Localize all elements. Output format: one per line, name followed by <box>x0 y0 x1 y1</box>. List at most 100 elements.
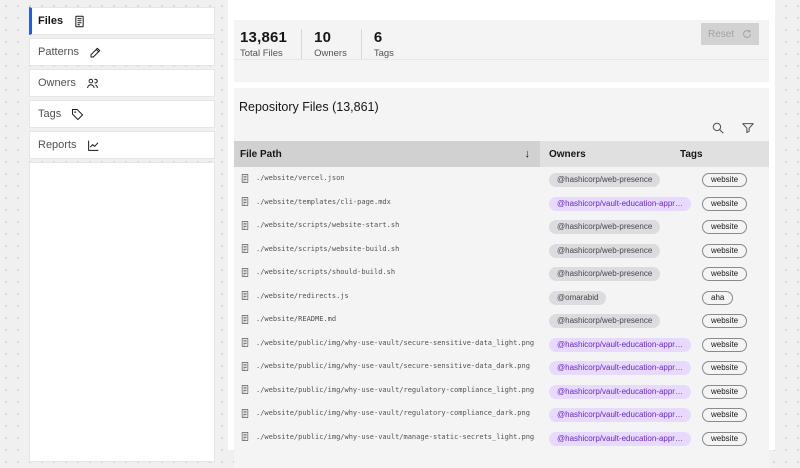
document-icon <box>240 361 250 372</box>
table-row[interactable]: ./website/scripts/should-build.sh @hashi… <box>234 261 769 283</box>
column-header-file-path[interactable]: File Path ↓ <box>234 141 540 167</box>
tag-badge: website <box>702 244 747 258</box>
tag-cell: aha <box>668 287 769 305</box>
file-path-cell: ./website/templates/cli-page.mdx <box>234 196 540 207</box>
tag-badge: website <box>702 338 747 352</box>
tag-cell: website <box>668 404 769 422</box>
tag-cell: website <box>668 169 769 187</box>
sidebar-item-owners[interactable]: Owners <box>29 69 215 97</box>
document-icon <box>240 173 250 184</box>
file-path-cell: ./website/scripts/website-build.sh <box>234 243 540 254</box>
table-row[interactable]: ./website/public/img/why-use-vault/secur… <box>234 355 769 377</box>
owner-cell: @hashicorp/vault-education-appr… <box>540 193 668 211</box>
tag-badge: website <box>702 432 747 446</box>
file-path-text: ./website/public/img/why-use-vault/regul… <box>256 386 534 394</box>
file-path-cell: ./website/public/img/why-use-vault/manag… <box>234 431 540 442</box>
main-panel: 13,861 Total Files 10 Owners 6 Tags Rese… <box>228 0 775 450</box>
stat-value: 6 <box>374 29 394 46</box>
table-row[interactable]: ./website/templates/cli-page.mdx @hashic… <box>234 191 769 213</box>
file-path-cell: ./website/public/img/why-use-vault/regul… <box>234 408 540 419</box>
filter-icon[interactable] <box>741 121 755 135</box>
document-icon <box>240 267 250 278</box>
document-icon <box>240 290 250 301</box>
file-path-text: ./website/public/img/why-use-vault/secur… <box>256 339 534 347</box>
tag-badge: website <box>702 385 747 399</box>
table-row[interactable]: ./website/vercel.json @hashicorp/web-pre… <box>234 167 769 189</box>
owner-cell: @hashicorp/web-presence <box>540 310 668 328</box>
tag-cell: website <box>668 310 769 328</box>
sidebar: Files Patterns Owners Tags <box>29 7 215 462</box>
stat-label: Total Files <box>240 48 287 59</box>
table-row[interactable]: ./website/public/img/why-use-vault/secur… <box>234 332 769 354</box>
column-header-label: File Path <box>240 149 282 160</box>
sidebar-item-files[interactable]: Files <box>29 7 215 35</box>
tag-cell: website <box>668 193 769 211</box>
tag-cell: website <box>668 240 769 258</box>
tag-cell: website <box>668 428 769 446</box>
table-row[interactable]: ./website/README.md @hashicorp/web-prese… <box>234 308 769 330</box>
file-path-text: ./website/public/img/why-use-vault/manag… <box>256 433 534 441</box>
table-row[interactable]: ./website/redirects.js @omarabid aha <box>234 285 769 307</box>
stat-value: 10 <box>314 29 347 46</box>
sidebar-item-label: Patterns <box>38 46 79 58</box>
owner-cell: @hashicorp/web-presence <box>540 263 668 281</box>
sidebar-filler-panel <box>29 162 215 462</box>
tag-cell: website <box>668 357 769 375</box>
document-icon <box>240 384 250 395</box>
file-path-cell: ./website/public/img/why-use-vault/secur… <box>234 361 540 372</box>
sidebar-item-label: Tags <box>38 108 61 120</box>
document-icon <box>240 408 250 419</box>
stats-card: 13,861 Total Files 10 Owners 6 Tags Rese… <box>234 20 769 82</box>
owner-cell: @hashicorp/vault-education-appr… <box>540 404 668 422</box>
file-path-text: ./website/public/img/why-use-vault/regul… <box>256 409 530 417</box>
owner-cell: @hashicorp/web-presence <box>540 240 668 258</box>
stat-value: 13,861 <box>240 29 287 46</box>
stat-tags: 6 Tags <box>374 29 408 59</box>
owner-cell: @hashicorp/web-presence <box>540 169 668 187</box>
file-path-cell: ./website/scripts/website-start.sh <box>234 220 540 231</box>
column-header-tags[interactable]: Tags <box>668 141 769 167</box>
repository-files-card: Repository Files (13,861) File Path ↓ Ow… <box>234 88 769 468</box>
stats-divider <box>234 59 769 60</box>
file-path-cell: ./website/scripts/should-build.sh <box>234 267 540 278</box>
reset-button[interactable]: Reset <box>701 23 759 45</box>
column-header-owners[interactable]: Owners <box>540 141 668 167</box>
table-row[interactable]: ./website/public/img/why-use-vault/regul… <box>234 402 769 424</box>
table-row[interactable]: ./website/public/img/why-use-vault/regul… <box>234 379 769 401</box>
tag-badge: website <box>702 408 747 422</box>
people-icon <box>86 77 99 90</box>
tag-badge: aha <box>702 291 733 305</box>
file-path-cell: ./website/redirects.js <box>234 290 540 301</box>
table-row[interactable]: ./website/scripts/website-start.sh @hash… <box>234 214 769 236</box>
sidebar-item-patterns[interactable]: Patterns <box>29 38 215 66</box>
column-header-label: Tags <box>680 149 703 160</box>
sidebar-item-reports[interactable]: Reports <box>29 131 215 159</box>
sidebar-item-label: Reports <box>38 139 77 151</box>
table-body: ./website/vercel.json @hashicorp/web-pre… <box>234 167 769 448</box>
owner-badge: @hashicorp/web-presence <box>549 314 660 328</box>
tag-cell: website <box>668 216 769 234</box>
tag-cell: website <box>668 334 769 352</box>
sidebar-item-tags[interactable]: Tags <box>29 100 215 128</box>
stat-label: Owners <box>314 48 347 59</box>
document-icon <box>240 431 250 442</box>
tag-cell: website <box>668 263 769 281</box>
file-path-text: ./website/redirects.js <box>256 292 349 300</box>
file-path-text: ./website/public/img/why-use-vault/secur… <box>256 362 530 370</box>
file-path-text: ./website/README.md <box>256 315 336 323</box>
table-row[interactable]: ./website/scripts/website-build.sh @hash… <box>234 238 769 260</box>
sort-descending-icon: ↓ <box>525 148 531 160</box>
file-path-text: ./website/scripts/website-start.sh <box>256 221 399 229</box>
stats-row: 13,861 Total Files 10 Owners 6 Tags <box>234 20 769 59</box>
owner-cell: @hashicorp/web-presence <box>540 216 668 234</box>
tag-icon <box>71 108 84 121</box>
document-icon <box>240 220 250 231</box>
reset-button-label: Reset <box>708 29 734 40</box>
owner-badge: @hashicorp/web-presence <box>549 173 660 187</box>
file-path-cell: ./website/public/img/why-use-vault/secur… <box>234 337 540 348</box>
files-icon <box>73 15 86 28</box>
file-path-cell: ./website/public/img/why-use-vault/regul… <box>234 384 540 395</box>
file-path-text: ./website/scripts/website-build.sh <box>256 245 399 253</box>
search-icon[interactable] <box>711 121 725 135</box>
table-row[interactable]: ./website/public/img/why-use-vault/manag… <box>234 426 769 448</box>
